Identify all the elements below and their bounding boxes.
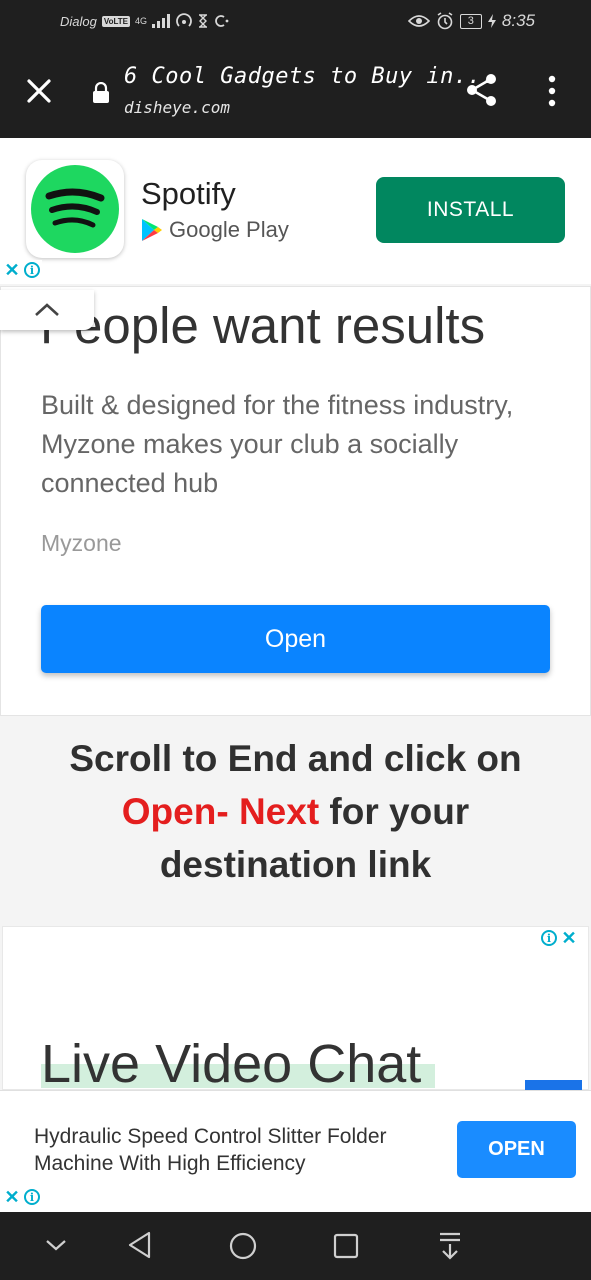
ad-info-icon[interactable]: i	[22, 1187, 42, 1207]
google-play-icon	[142, 219, 162, 241]
instruction-text: Scroll to End and click on Open- Next fo…	[0, 732, 591, 891]
network-label: 4G	[135, 16, 148, 26]
ad-info-icon[interactable]: i	[22, 260, 42, 280]
carrier-label: Dialog	[60, 13, 97, 29]
instruction-highlight: Open- Next	[121, 791, 320, 832]
ad-close-icon[interactable]: ✕	[2, 260, 22, 280]
collapse-ad-button[interactable]	[0, 290, 94, 330]
store-name: Google Play	[169, 217, 289, 242]
more-options-icon[interactable]	[544, 74, 560, 108]
recents-icon[interactable]	[332, 1232, 360, 1260]
lock-icon	[93, 82, 109, 103]
ad-accent-bar	[525, 1080, 582, 1090]
install-button[interactable]: INSTALL	[376, 177, 565, 243]
alarm-icon	[437, 12, 453, 30]
hotspot-icon	[176, 13, 192, 27]
chevron-up-icon	[35, 303, 59, 316]
status-left: Dialog VoLTE 4G	[60, 13, 229, 29]
home-icon[interactable]	[228, 1231, 258, 1261]
instruction-part2a: for your	[329, 791, 470, 832]
close-icon[interactable]	[22, 74, 56, 108]
notification-pulldown-icon[interactable]	[437, 1231, 463, 1261]
video-ad-headline[interactable]: Live Video Chat	[41, 1033, 421, 1095]
instruction-part1: Scroll to End and click on	[69, 738, 522, 779]
ad-info-icon[interactable]: i	[539, 928, 559, 948]
ad-close-icon[interactable]: ✕	[559, 928, 579, 948]
page-url[interactable]: disheye.com	[124, 98, 230, 117]
data-saver-icon	[215, 15, 229, 27]
banner-ad-text[interactable]: Hydraulic Speed Control Slitter Folder M…	[34, 1123, 454, 1177]
chevron-down-icon[interactable]	[44, 1237, 68, 1253]
clock: 8:35	[501, 11, 535, 30]
volte-badge: VoLTE	[101, 15, 131, 27]
eye-icon	[407, 15, 430, 27]
battery-icon: 3	[459, 13, 482, 29]
share-icon[interactable]	[464, 72, 500, 108]
ad-close-icon[interactable]: ✕	[2, 1187, 22, 1207]
ad-brand: Myzone	[41, 530, 122, 556]
spotify-logo-icon	[31, 165, 119, 253]
ad-description: Built & designed for the fitness industr…	[41, 390, 514, 498]
page-title[interactable]: 6 Cool Gadgets to Buy in...	[124, 64, 495, 89]
google-play-label: Google Play	[141, 217, 289, 243]
status-bar: Dialog VoLTE 4G 3 8:35	[0, 0, 591, 44]
browser-toolbar: 6 Cool Gadgets to Buy in... disheye.com	[0, 44, 591, 138]
charging-icon	[487, 14, 496, 28]
adchoices-middle[interactable]: i ✕	[539, 928, 579, 948]
status-right: 3 8:35	[407, 11, 535, 31]
app-name[interactable]: Spotify	[141, 176, 236, 212]
instruction-part2b: destination link	[159, 844, 432, 885]
signal-icon	[152, 14, 171, 28]
adchoices-bottom[interactable]: ✕ i	[2, 1187, 42, 1207]
back-icon[interactable]	[126, 1230, 154, 1260]
ad-headline[interactable]: People want results	[40, 296, 485, 355]
system-nav-bar	[0, 1212, 591, 1280]
adchoices-top[interactable]: ✕ i	[2, 260, 42, 280]
screen: Dialog VoLTE 4G 3 8:35 6 Cool Gadgets to…	[0, 0, 591, 1280]
hourglass-icon	[199, 14, 208, 28]
spotify-app-icon[interactable]	[26, 160, 124, 258]
banner-open-button[interactable]: OPEN	[457, 1121, 576, 1178]
open-button[interactable]: Open	[41, 605, 550, 673]
